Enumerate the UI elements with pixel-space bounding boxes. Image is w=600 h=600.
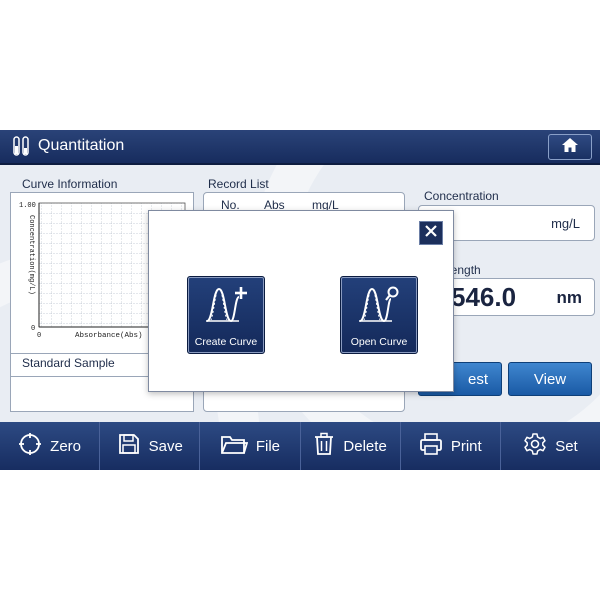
create-curve-label: Create Curve [194,336,258,348]
window-title: Quantitation [38,137,125,154]
record-list-label: Record List [208,177,269,191]
open-curve-button[interactable]: Open Curve [340,276,418,354]
close-icon [424,224,438,243]
crosshair-icon [18,432,42,460]
floppy-disk-icon [117,432,141,460]
app-screen: Quantitation Curve Information 1.00 0 0 … [0,130,600,470]
print-button[interactable]: Print [401,422,501,470]
home-icon [561,137,579,158]
test-tubes-icon [12,136,32,163]
settings-button[interactable]: Set [501,422,600,470]
print-label: Print [450,437,482,455]
bottom-toolbar: Zero Save File Delete Print Set [0,422,600,470]
y-origin-tick: 0 [31,325,35,333]
y-axis-label: Concentration(mg/L) [27,215,35,295]
zero-label: Zero [50,437,81,455]
concentration-unit: mg/L [551,216,580,231]
x-axis-label: Absorbance(Abs) [75,332,143,340]
folder-icon [220,433,249,459]
concentration-label: Concentration [424,189,499,203]
close-button[interactable] [419,221,443,245]
wavelength-value: 546.0 [451,282,517,312]
trash-icon [313,432,335,460]
delete-button[interactable]: Delete [301,422,401,470]
file-label: File [255,437,281,455]
view-button[interactable]: View [508,362,592,396]
standard-sample-label: Standard Sample [22,356,115,370]
open-curve-label: Open Curve [350,336,408,348]
title-bar: Quantitation [0,130,600,165]
view-button-label: View [533,370,567,388]
zero-button[interactable]: Zero [0,422,101,470]
save-label: Save [148,437,183,455]
gear-icon [523,432,547,460]
x-origin-tick: 0 [37,332,41,340]
wavelength-unit: nm [556,288,583,307]
save-button[interactable]: Save [100,422,201,470]
curve-dialog: Create Curve Open Curve [148,210,454,392]
create-curve-button[interactable]: Create Curve [187,276,265,354]
set-label: Set [555,437,578,455]
y-max-tick: 1.00 [19,202,36,210]
printer-icon [419,432,443,460]
file-button[interactable]: File [200,422,301,470]
curve-info-label: Curve Information [22,177,118,191]
home-button[interactable] [548,134,592,160]
delete-label: Delete [343,437,387,455]
